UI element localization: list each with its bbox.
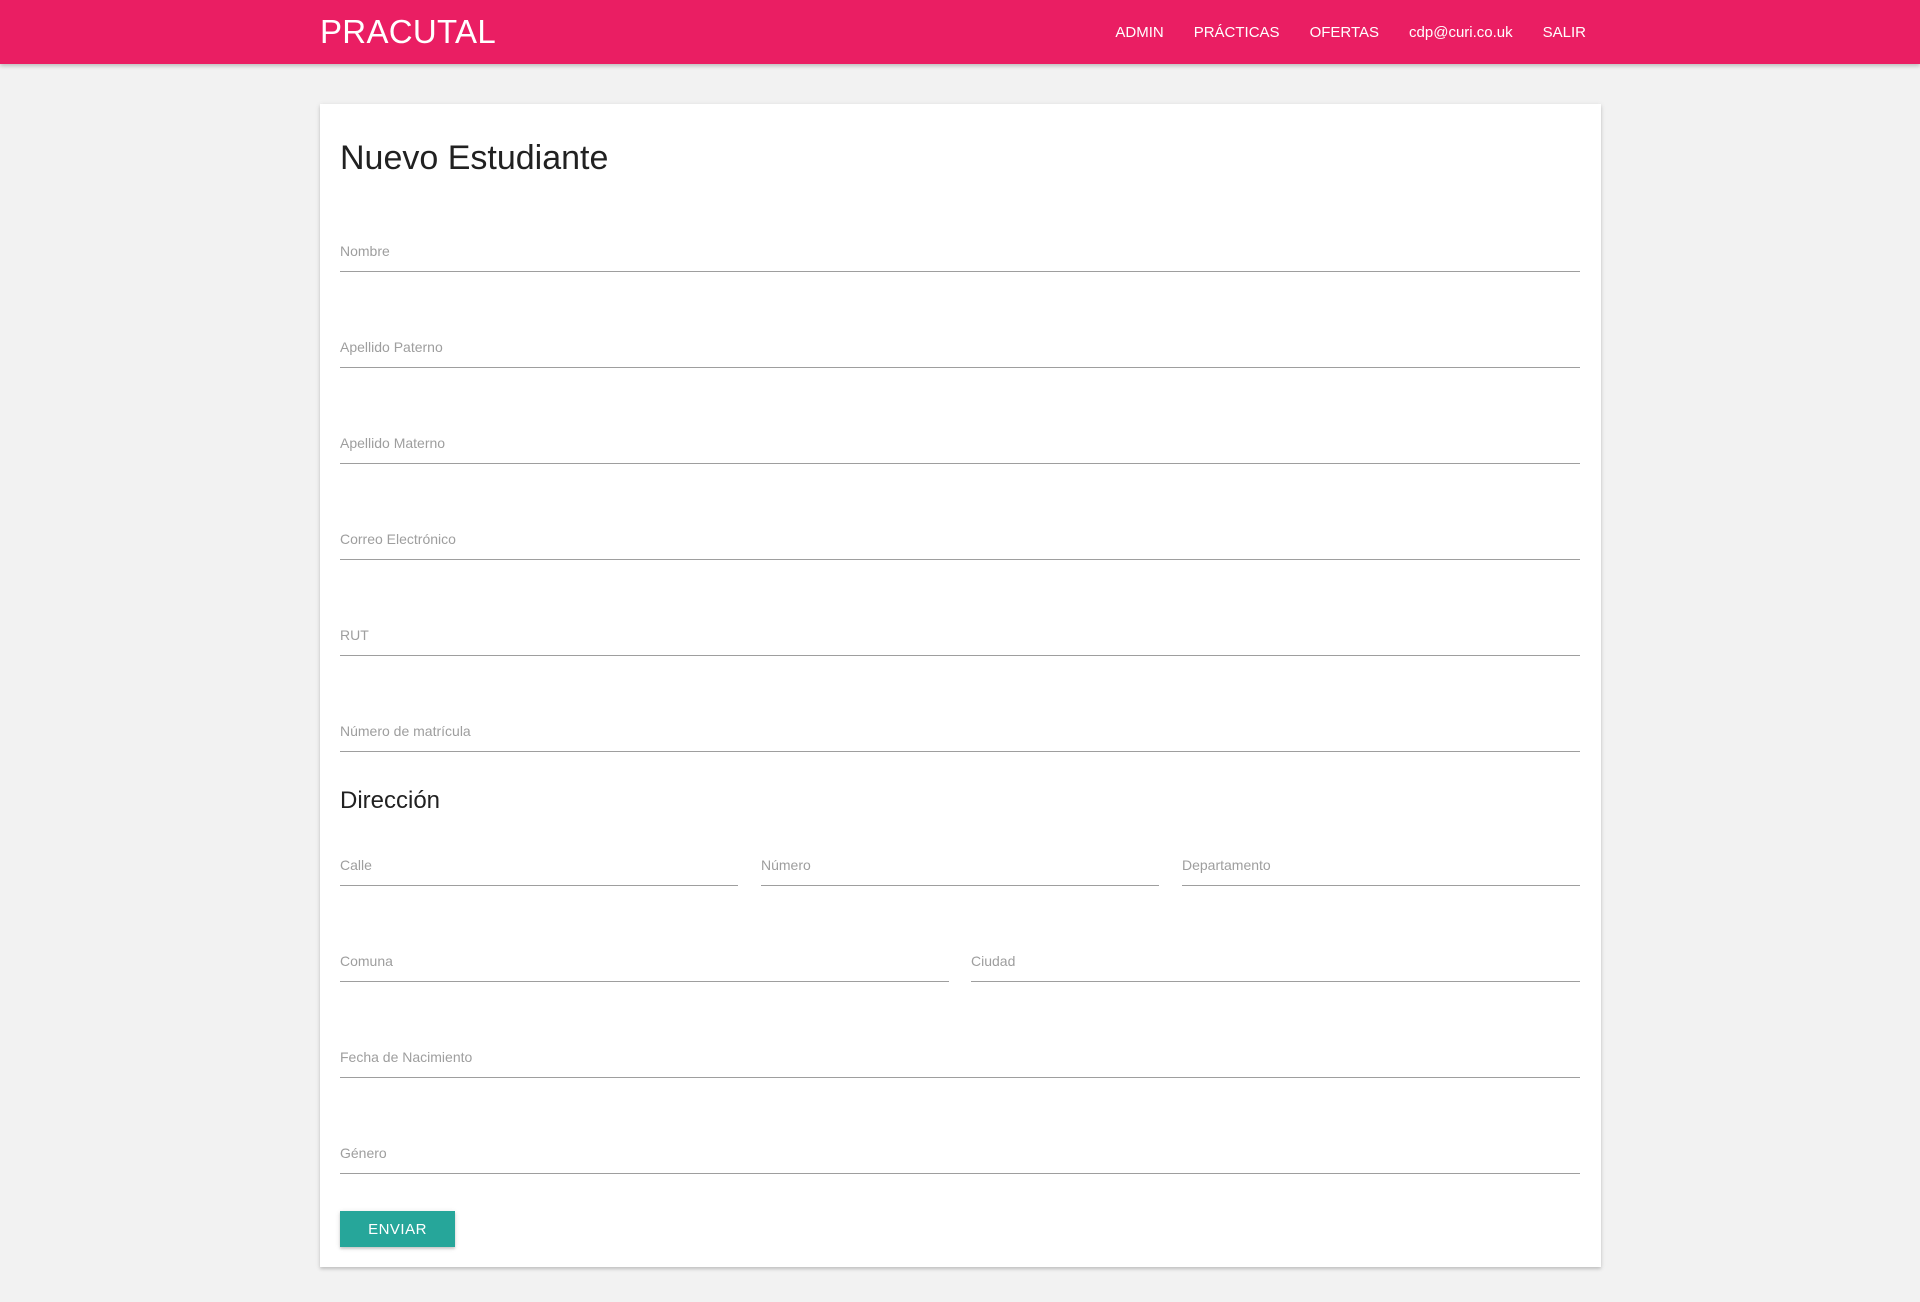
- nombre-input[interactable]: [340, 243, 1580, 271]
- numero-input[interactable]: [761, 857, 1159, 885]
- comuna-input[interactable]: [340, 953, 949, 981]
- top-navbar: PRACUTAL ADMIN PRÁCTICAS OFERTAS cdp@cur…: [0, 0, 1920, 64]
- field-underline: [340, 367, 1580, 368]
- nav-menu: ADMIN PRÁCTICAS OFERTAS cdp@curi.co.uk S…: [1085, 0, 1586, 64]
- field-underline: [1182, 885, 1580, 886]
- field-underline: [340, 271, 1580, 272]
- ciudad-input[interactable]: [971, 953, 1580, 981]
- field-underline: [340, 1077, 1580, 1078]
- departamento-input[interactable]: [1182, 857, 1580, 885]
- genero-field[interactable]: Género: [340, 1145, 1580, 1185]
- correo-input[interactable]: [340, 531, 1580, 559]
- fecha-nacimiento-field[interactable]: Fecha de Nacimiento: [340, 1049, 1580, 1089]
- field-underline: [340, 751, 1580, 752]
- address-section-title: Dirección: [340, 787, 441, 814]
- field-underline: [340, 981, 949, 982]
- nombre-field[interactable]: Nombre: [340, 243, 1580, 283]
- field-underline: [761, 885, 1159, 886]
- calle-input[interactable]: [340, 857, 738, 885]
- nav-link-practicas[interactable]: PRÁCTICAS: [1194, 24, 1280, 41]
- field-underline: [340, 463, 1580, 464]
- brand-logo[interactable]: PRACUTAL: [320, 0, 496, 64]
- ciudad-field[interactable]: Ciudad: [971, 953, 1580, 993]
- field-underline: [340, 655, 1580, 656]
- field-underline: [340, 559, 1580, 560]
- genero-input[interactable]: [340, 1145, 1580, 1173]
- comuna-field[interactable]: Comuna: [340, 953, 949, 993]
- field-underline: [340, 1173, 1580, 1174]
- numero-field[interactable]: Número: [761, 857, 1159, 897]
- calle-field[interactable]: Calle: [340, 857, 738, 897]
- nav-link-user-email[interactable]: cdp@curi.co.uk: [1409, 24, 1513, 41]
- apellido-materno-input[interactable]: [340, 435, 1580, 463]
- apellido-paterno-input[interactable]: [340, 339, 1580, 367]
- field-underline: [971, 981, 1580, 982]
- matricula-input[interactable]: [340, 723, 1580, 751]
- fecha-nacimiento-input[interactable]: [340, 1049, 1580, 1077]
- nav-link-admin[interactable]: ADMIN: [1115, 24, 1163, 41]
- matricula-field[interactable]: Número de matrícula: [340, 723, 1580, 763]
- nav-link-salir[interactable]: SALIR: [1543, 24, 1586, 41]
- correo-field[interactable]: Correo Electrónico: [340, 531, 1580, 571]
- form-card: Nuevo Estudiante Nombre Apellido Paterno…: [320, 104, 1601, 1267]
- submit-button[interactable]: ENVIAR: [340, 1211, 455, 1247]
- page-title: Nuevo Estudiante: [340, 139, 609, 177]
- apellido-paterno-field[interactable]: Apellido Paterno: [340, 339, 1580, 379]
- nav-link-ofertas[interactable]: OFERTAS: [1310, 24, 1379, 41]
- rut-input[interactable]: [340, 627, 1580, 655]
- apellido-materno-field[interactable]: Apellido Materno: [340, 435, 1580, 475]
- field-underline: [340, 885, 738, 886]
- rut-field[interactable]: RUT: [340, 627, 1580, 667]
- departamento-field[interactable]: Departamento: [1182, 857, 1580, 897]
